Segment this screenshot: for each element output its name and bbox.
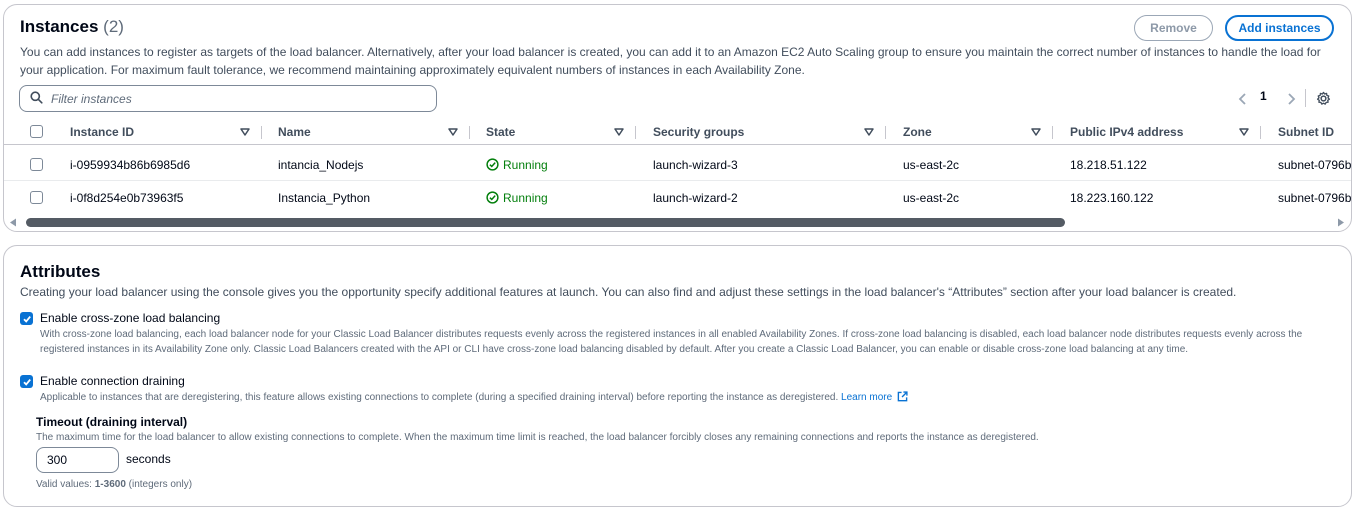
column-header-zone[interactable]: Zone xyxy=(903,119,932,145)
valid-values-hint: Valid values: 1-3600 (integers only) xyxy=(36,477,436,492)
scroll-right-arrow-icon[interactable] xyxy=(1337,218,1345,227)
table-header: Instance ID Name State Security groups Z… xyxy=(4,119,1351,145)
pager-divider xyxy=(1305,89,1306,107)
security-group-cell: launch-wizard-2 xyxy=(653,190,738,205)
filter-instances-search[interactable] xyxy=(19,85,437,112)
timeout-input[interactable] xyxy=(36,447,119,473)
sort-down-icon[interactable] xyxy=(448,128,458,136)
scroll-left-arrow-icon[interactable] xyxy=(9,218,17,227)
column-header-instance-id[interactable]: Instance ID xyxy=(70,119,134,145)
row-checkbox[interactable] xyxy=(30,158,43,171)
settings-gear-icon[interactable] xyxy=(1316,90,1331,106)
zone-cell: us-east-2c xyxy=(903,190,960,205)
name-cell: Instancia_Python xyxy=(278,190,371,205)
search-input[interactable] xyxy=(51,91,411,106)
state-label: Running xyxy=(503,157,548,172)
attributes-description: Creating your load balancer using the co… xyxy=(20,285,1237,299)
attributes-panel: Attributes Creating your load balancer u… xyxy=(3,245,1352,507)
instances-count: (2) xyxy=(103,17,124,36)
next-page-icon[interactable] xyxy=(1286,91,1296,107)
instances-description: You can add instances to register as tar… xyxy=(20,45,1321,77)
table-row[interactable]: i-0f8d254e0b73963f5 Instancia_Python Run… xyxy=(4,181,1352,214)
cross-zone-checkbox[interactable] xyxy=(20,312,33,325)
external-link-icon[interactable] xyxy=(897,391,908,402)
public-ip-cell: 18.218.51.122 xyxy=(1070,157,1147,172)
search-icon xyxy=(30,90,43,107)
sort-down-icon[interactable] xyxy=(1239,128,1249,136)
cross-zone-label[interactable]: Enable cross-zone load balancing xyxy=(40,311,220,325)
connection-draining-label[interactable]: Enable connection draining xyxy=(40,374,185,388)
column-header-state[interactable]: State xyxy=(486,119,515,145)
state-cell: Running xyxy=(486,181,548,214)
checkmark-icon xyxy=(22,378,31,386)
checkmark-icon xyxy=(22,315,31,323)
column-separator[interactable] xyxy=(261,126,262,139)
instances-panel: Instances (2) Remove Add instances You c… xyxy=(3,4,1352,232)
column-header-security-groups[interactable]: Security groups xyxy=(653,119,744,145)
cross-zone-description: With cross-zone load balancing, each loa… xyxy=(40,329,1303,355)
column-header-name[interactable]: Name xyxy=(278,119,311,145)
name-cell: intancia_Nodejs xyxy=(278,157,364,172)
timeout-unit-label: seconds xyxy=(126,452,171,466)
sort-down-icon[interactable] xyxy=(240,128,250,136)
remove-button[interactable]: Remove xyxy=(1134,15,1213,41)
connection-draining-checkbox[interactable] xyxy=(20,375,33,388)
connection-draining-description: Applicable to instances that are deregis… xyxy=(40,392,839,403)
success-check-icon xyxy=(486,158,499,171)
timeout-description: The maximum time for the load balancer t… xyxy=(36,432,1039,443)
success-check-icon xyxy=(486,191,499,204)
table-row[interactable]: i-0959934b86b6985d6 intancia_Nodejs Runn… xyxy=(4,148,1352,181)
instance-id-cell: i-0f8d254e0b73963f5 xyxy=(70,190,184,205)
valid-values-range: 1-3600 xyxy=(94,479,126,490)
sort-down-icon[interactable] xyxy=(864,128,874,136)
sort-down-icon[interactable] xyxy=(614,128,624,136)
page-number[interactable]: 1 xyxy=(1260,89,1267,103)
valid-values-suffix: (integers only) xyxy=(125,479,193,490)
instances-heading: Instances (2) xyxy=(20,17,124,37)
subnet-id-cell: subnet-0796b xyxy=(1278,190,1352,205)
attributes-title: Attributes xyxy=(20,262,101,281)
zone-cell: us-east-2c xyxy=(903,157,960,172)
select-all-checkbox[interactable] xyxy=(30,125,43,138)
state-cell: Running xyxy=(486,148,548,181)
sort-down-icon[interactable] xyxy=(1031,128,1041,136)
column-header-public-ipv4[interactable]: Public IPv4 address xyxy=(1070,119,1183,145)
scrollbar-thumb[interactable] xyxy=(26,218,1065,227)
column-separator[interactable] xyxy=(1052,126,1053,139)
connection-draining-description-line: Applicable to instances that are deregis… xyxy=(40,390,1335,405)
timeout-heading: Timeout (draining interval) xyxy=(36,415,188,429)
row-checkbox[interactable] xyxy=(30,191,43,204)
column-separator[interactable] xyxy=(469,126,470,139)
add-instances-button[interactable]: Add instances xyxy=(1225,15,1334,41)
security-group-cell: launch-wizard-3 xyxy=(653,157,738,172)
horizontal-scrollbar[interactable] xyxy=(4,216,1351,228)
column-separator[interactable] xyxy=(885,126,886,139)
learn-more-link[interactable]: Learn more xyxy=(841,392,892,403)
previous-page-icon[interactable] xyxy=(1238,91,1248,107)
column-separator[interactable] xyxy=(1260,126,1261,139)
instance-id-cell: i-0959934b86b6985d6 xyxy=(70,157,191,172)
state-label: Running xyxy=(503,190,548,205)
instances-title: Instances xyxy=(20,17,99,36)
column-separator[interactable] xyxy=(635,126,636,139)
column-header-subnet-id[interactable]: Subnet ID xyxy=(1278,119,1334,145)
subnet-id-cell: subnet-0796b xyxy=(1278,157,1352,172)
valid-values-prefix: Valid values: xyxy=(36,479,95,490)
public-ip-cell: 18.223.160.122 xyxy=(1070,190,1154,205)
